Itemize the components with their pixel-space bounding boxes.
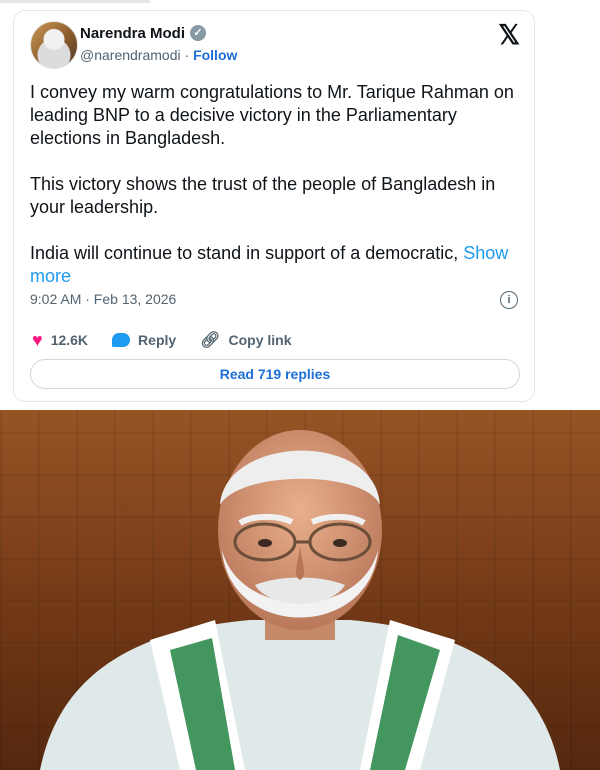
read-replies-button[interactable]: Read 719 replies bbox=[30, 359, 520, 389]
author-handle[interactable]: @narendramodi bbox=[80, 47, 181, 63]
author-row: Narendra Modi ✓ bbox=[80, 23, 207, 43]
tweet-timestamp[interactable]: 9:02 AM · Feb 13, 2026 bbox=[30, 291, 176, 307]
news-photo bbox=[0, 410, 600, 770]
copy-link-button[interactable]: 🔗︎ Copy link bbox=[200, 330, 291, 350]
like-count: 12.6K bbox=[50, 332, 89, 348]
heart-icon: ♥ bbox=[32, 330, 43, 350]
info-icon[interactable]: i bbox=[500, 291, 518, 309]
action-bar: ♥ 12.6K Reply 🔗︎ Copy link bbox=[32, 329, 316, 351]
portrait-illustration bbox=[0, 410, 600, 770]
author-name[interactable]: Narendra Modi bbox=[80, 25, 185, 42]
verified-badge-icon: ✓ bbox=[190, 25, 207, 41]
copy-link-label: Copy link bbox=[228, 332, 292, 348]
reply-label: Reply bbox=[138, 332, 177, 348]
reply-bubble-icon bbox=[112, 333, 131, 347]
handle-row: @narendramodi · Follow bbox=[80, 47, 237, 63]
separator-dot: · bbox=[184, 47, 190, 63]
follow-button[interactable]: Follow bbox=[193, 47, 237, 63]
reply-button[interactable]: Reply bbox=[112, 332, 176, 348]
link-icon: 🔗︎ bbox=[200, 332, 221, 349]
like-button[interactable]: ♥ 12.6K bbox=[32, 331, 88, 349]
tweet-text: I convey my warm congratulations to Mr. … bbox=[30, 81, 526, 288]
x-logo-icon[interactable]: 𝕏 bbox=[498, 19, 520, 51]
avatar[interactable] bbox=[30, 21, 78, 69]
tweet-body: I convey my warm congratulations to Mr. … bbox=[30, 82, 514, 263]
top-divider bbox=[0, 0, 150, 3]
tweet-card: Narendra Modi ✓ @narendramodi · Follow 𝕏… bbox=[13, 10, 535, 402]
